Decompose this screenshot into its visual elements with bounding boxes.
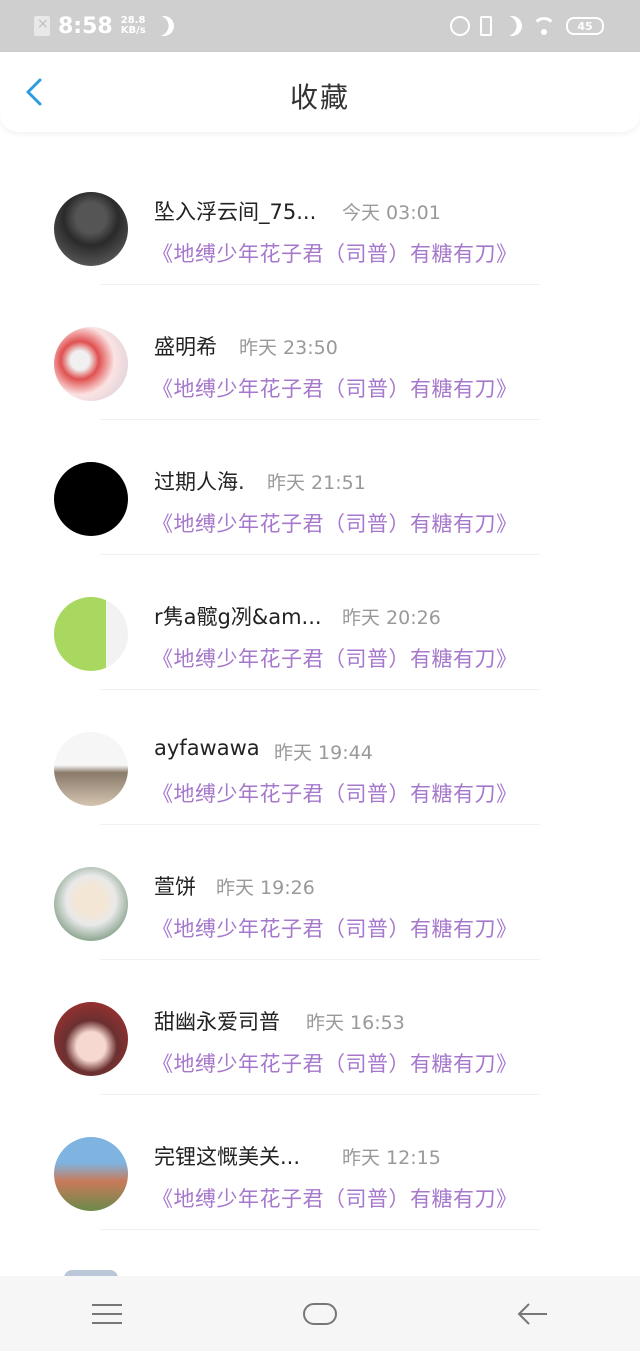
home-icon (302, 1302, 337, 1325)
status-time: 8:58 (58, 13, 113, 39)
list-item[interactable]: 盛明希 昨天 23:50 《地缚少年花子君（司普）有糖有刀》 (0, 285, 640, 420)
battery-icon: 45 (566, 17, 604, 35)
timestamp: 昨天 16:53 (306, 1012, 405, 1034)
timestamp: 昨天 23:50 (239, 337, 338, 359)
list-item[interactable]: 萱饼 昨天 19:26 《地缚少年花子君（司普）有糖有刀》 (0, 825, 640, 960)
moon-icon (499, 13, 525, 39)
avatar[interactable] (54, 1137, 128, 1211)
timestamp: 昨天 19:26 (216, 877, 315, 899)
collection-link[interactable]: 《地缚少年花子君（司普）有糖有刀》 (152, 643, 518, 673)
timestamp: 昨天 12:15 (342, 1147, 441, 1169)
network-speed-unit: KB/s (120, 25, 146, 36)
header: 收藏 (0, 52, 640, 132)
network-speed: 28.8 KB/s (121, 16, 146, 36)
list-item[interactable]: 甜幽永爱司普 昨天 16:53 《地缚少年花子君（司普）有糖有刀》 (0, 960, 640, 1095)
user-name[interactable]: 过期人海. (154, 466, 245, 496)
user-name[interactable]: 甜幽永爱司普 (154, 1006, 280, 1036)
avatar[interactable] (54, 327, 128, 401)
menu-icon (91, 1303, 122, 1324)
collection-link[interactable]: 《地缚少年花子君（司普）有糖有刀》 (152, 1048, 518, 1078)
user-name[interactable]: 完锂这慨美关... (154, 1141, 300, 1171)
system-nav-bar (0, 1276, 640, 1351)
system-back-button[interactable] (503, 1284, 563, 1344)
status-bar: 8:58 28.8 KB/s 45 (0, 0, 640, 52)
favorites-list: 坠入浮云间_75... 今天 03:01 《地缚少年花子君（司普）有糖有刀》 盛… (0, 150, 640, 1230)
timestamp: 昨天 19:44 (274, 742, 373, 764)
list-item[interactable]: ayfawawa 昨天 19:44 《地缚少年花子君（司普）有糖有刀》 (0, 690, 640, 825)
divider (100, 1229, 540, 1230)
collection-link[interactable]: 《地缚少年花子君（司普）有糖有刀》 (152, 778, 518, 808)
do-not-disturb-icon (151, 13, 177, 39)
battery-level: 45 (577, 19, 593, 33)
timestamp: 昨天 21:51 (267, 472, 366, 494)
alarm-icon (450, 16, 470, 36)
avatar[interactable] (54, 192, 128, 266)
user-name[interactable]: 盛明希 (154, 331, 217, 361)
avatar[interactable] (54, 867, 128, 941)
user-name[interactable]: 萱饼 (154, 871, 196, 901)
recent-apps-button[interactable] (77, 1284, 137, 1344)
list-item[interactable]: 过期人海. 昨天 21:51 《地缚少年花子君（司普）有糖有刀》 (0, 420, 640, 555)
collection-link[interactable]: 《地缚少年花子君（司普）有糖有刀》 (152, 913, 518, 943)
collection-link[interactable]: 《地缚少年花子君（司普）有糖有刀》 (152, 508, 518, 538)
back-arrow-icon (517, 1302, 548, 1325)
user-name[interactable]: r隽a髋g冽&am... (154, 601, 322, 631)
avatar[interactable] (54, 597, 128, 671)
collection-link[interactable]: 《地缚少年花子君（司普）有糖有刀》 (152, 238, 518, 268)
timestamp: 今天 03:01 (342, 202, 441, 224)
list-item[interactable]: r隽a髋g冽&am... 昨天 20:26 《地缚少年花子君（司普）有糖有刀》 (0, 555, 640, 690)
list-item[interactable]: 完锂这慨美关... 昨天 12:15 《地缚少年花子君（司普）有糖有刀》 (0, 1095, 640, 1230)
collection-link[interactable]: 《地缚少年花子君（司普）有糖有刀》 (152, 373, 518, 403)
collection-link[interactable]: 《地缚少年花子君（司普）有糖有刀》 (152, 1183, 518, 1213)
avatar[interactable] (54, 462, 128, 536)
no-sim-icon (34, 16, 50, 36)
timestamp: 昨天 20:26 (342, 607, 441, 629)
user-name[interactable]: 坠入浮云间_75... (154, 196, 316, 226)
wifi-icon (532, 17, 556, 35)
avatar[interactable] (54, 1002, 128, 1076)
page-title: 收藏 (289, 81, 350, 114)
list-item[interactable]: 坠入浮云间_75... 今天 03:01 《地缚少年花子君（司普）有糖有刀》 (0, 150, 640, 285)
user-name[interactable]: ayfawawa (154, 736, 260, 760)
home-button[interactable] (290, 1284, 350, 1344)
avatar[interactable] (54, 732, 128, 806)
vibrate-icon (480, 16, 492, 36)
